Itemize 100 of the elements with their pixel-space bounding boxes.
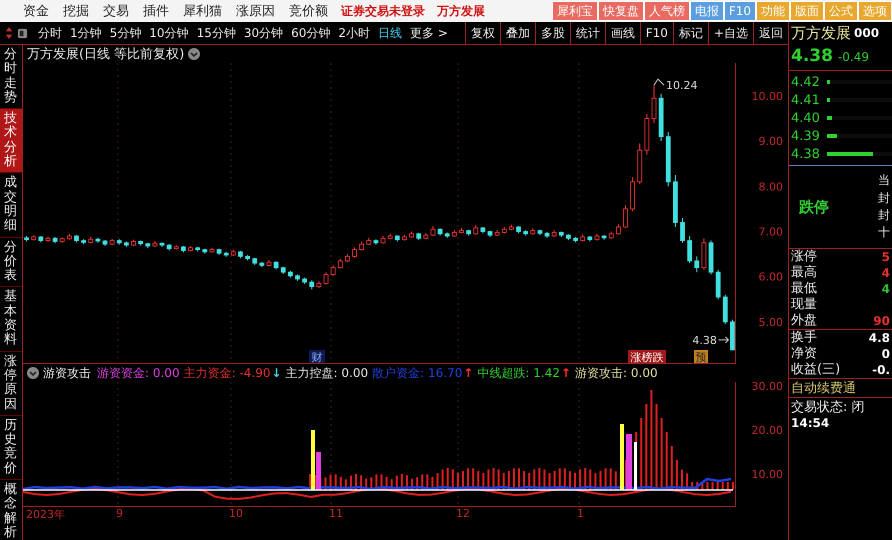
- menu-item[interactable]: 涨原因: [229, 2, 282, 20]
- period-tab[interactable]: 15分钟: [192, 24, 240, 42]
- candlestick: [309, 280, 314, 290]
- trade-state: 交易状态: 闭: [790, 399, 866, 416]
- last-price: 4.38: [791, 46, 833, 66]
- candlestick: [330, 264, 336, 276]
- order-label: 当: [878, 172, 890, 190]
- stat-value: 4: [882, 281, 890, 297]
- candlestick: [324, 272, 328, 285]
- hot-list-marker[interactable]: 涨榜跌: [628, 350, 666, 364]
- candlestick: [694, 256, 700, 273]
- period-tab[interactable]: 分时: [34, 24, 66, 42]
- candlestick: [338, 258, 343, 270]
- period-tab[interactable]: 30分钟: [240, 24, 288, 42]
- menu-item[interactable]: 插件: [136, 2, 176, 20]
- stat-label: 外盘: [791, 313, 817, 329]
- side-tab[interactable]: 涨停原因: [0, 352, 22, 416]
- date-axis-label: 11: [329, 507, 343, 520]
- stat-value: 5: [882, 249, 890, 265]
- period-tab[interactable]: 60分钟: [287, 24, 334, 42]
- notice-text: 自动续费通: [789, 379, 892, 398]
- indicator-value: 主力控盘: 0.00: [286, 364, 368, 382]
- stat-label: 换手: [791, 330, 817, 346]
- candlestick: [473, 224, 478, 236]
- order-label: 十: [878, 224, 890, 242]
- trend-arrow: ↑: [463, 366, 474, 380]
- candlestick: [680, 217, 685, 244]
- period-tab[interactable]: 10分钟: [145, 24, 193, 42]
- order-label: 封: [878, 190, 890, 207]
- price-axis-label: 10.00: [752, 90, 783, 103]
- indicator-value: 中线超跌: 1.42: [477, 364, 560, 382]
- candlestick: [616, 224, 621, 236]
- limit-state: 跌停: [799, 198, 829, 216]
- forecast-marker[interactable]: 预: [694, 350, 708, 364]
- date-axis-label: 10: [229, 507, 243, 520]
- period-tab[interactable]: 日线: [374, 24, 406, 42]
- chart-title: 万方发展(日线 等比前复权): [27, 46, 184, 63]
- side-tab[interactable]: 概念解析: [0, 480, 22, 540]
- period-tab[interactable]: 1分钟: [66, 24, 106, 42]
- trade-time: 14:54: [790, 416, 830, 430]
- stock-code: 000: [854, 26, 880, 40]
- last-price-label: 4.38: [692, 334, 717, 347]
- menu-item[interactable]: 交易: [96, 2, 136, 20]
- indicator-value: 游资攻击: 0.00: [575, 364, 658, 382]
- leader-line: [654, 78, 664, 86]
- stat-label: 最高: [791, 265, 817, 281]
- scroll-arrows-icon[interactable]: [4, 25, 14, 41]
- indicator-axis-label: 20.00: [752, 424, 783, 437]
- date-axis-label: 12: [456, 507, 470, 520]
- trend-arrow: ↓: [271, 366, 282, 380]
- stat-value: 4.8: [868, 330, 890, 346]
- side-tab[interactable]: 基本资料: [0, 287, 22, 352]
- stat-label: 涨停: [791, 249, 817, 265]
- period-tab[interactable]: 5分钟: [106, 24, 146, 42]
- menu-item[interactable]: 竞价额: [282, 2, 335, 20]
- menu-item[interactable]: 挖掘: [56, 2, 96, 20]
- stat-label: 收益(三): [791, 362, 840, 378]
- price-axis-label: 8.00: [758, 180, 783, 194]
- bid-price: 4.41: [791, 92, 821, 108]
- indicator-value: 散户资金: 16.70: [372, 364, 462, 382]
- candlestick: [352, 246, 357, 258]
- menu-item[interactable]: 资金: [16, 2, 56, 20]
- trend-arrow: ↑: [560, 366, 572, 380]
- bid-price: 4.40: [791, 110, 821, 126]
- price-axis-label: 6.00: [758, 270, 783, 284]
- candlestick: [687, 236, 692, 264]
- side-tab[interactable]: 技术分析: [0, 109, 22, 174]
- indicator-name: 游资攻击: [43, 364, 91, 382]
- chevron-down-icon[interactable]: [27, 367, 39, 379]
- stock-name: 万方发展: [791, 24, 851, 42]
- order-label: 封: [878, 207, 890, 224]
- bid-price: 4.42: [791, 74, 821, 90]
- stat-value: -0.: [872, 362, 890, 378]
- high-price-label: 10.24: [666, 79, 698, 92]
- stat-value: 90: [873, 313, 890, 329]
- side-tab[interactable]: 分价表: [0, 238, 22, 288]
- indicator-axis-label: 30.00: [752, 380, 783, 393]
- menu-item[interactable]: 犀利猫: [176, 2, 229, 20]
- panel-toggle-icon[interactable]: [17, 28, 28, 38]
- stat-value: 4: [882, 265, 890, 281]
- indicator-value: 主力资金: -4.90: [184, 364, 270, 382]
- candlestick: [623, 204, 628, 228]
- indicator-axis-label: 10.00: [752, 468, 783, 481]
- date-axis-label: 9: [116, 507, 123, 520]
- indicator-value: 游资资金: 0.00: [97, 364, 180, 382]
- stat-label: 净资: [791, 346, 817, 362]
- date-axis-label: 2023年: [26, 507, 65, 522]
- chevron-down-icon[interactable]: [188, 48, 200, 60]
- bid-price: 4.38: [791, 146, 821, 162]
- period-tab[interactable]: 更多 >: [406, 24, 452, 42]
- period-tab[interactable]: 2小时: [334, 24, 374, 42]
- stat-label: 最低: [791, 281, 817, 297]
- status-text: 证券交易未登录: [340, 2, 426, 20]
- side-tab[interactable]: 历史竞价: [0, 416, 22, 480]
- price-change: -0.49: [838, 50, 870, 64]
- side-tab[interactable]: 成交明细: [0, 173, 22, 238]
- candlestick: [430, 226, 436, 237]
- stat-value: 0: [882, 346, 890, 362]
- event-marker[interactable]: 财: [309, 350, 325, 364]
- price-axis-label: 5.00: [758, 316, 783, 329]
